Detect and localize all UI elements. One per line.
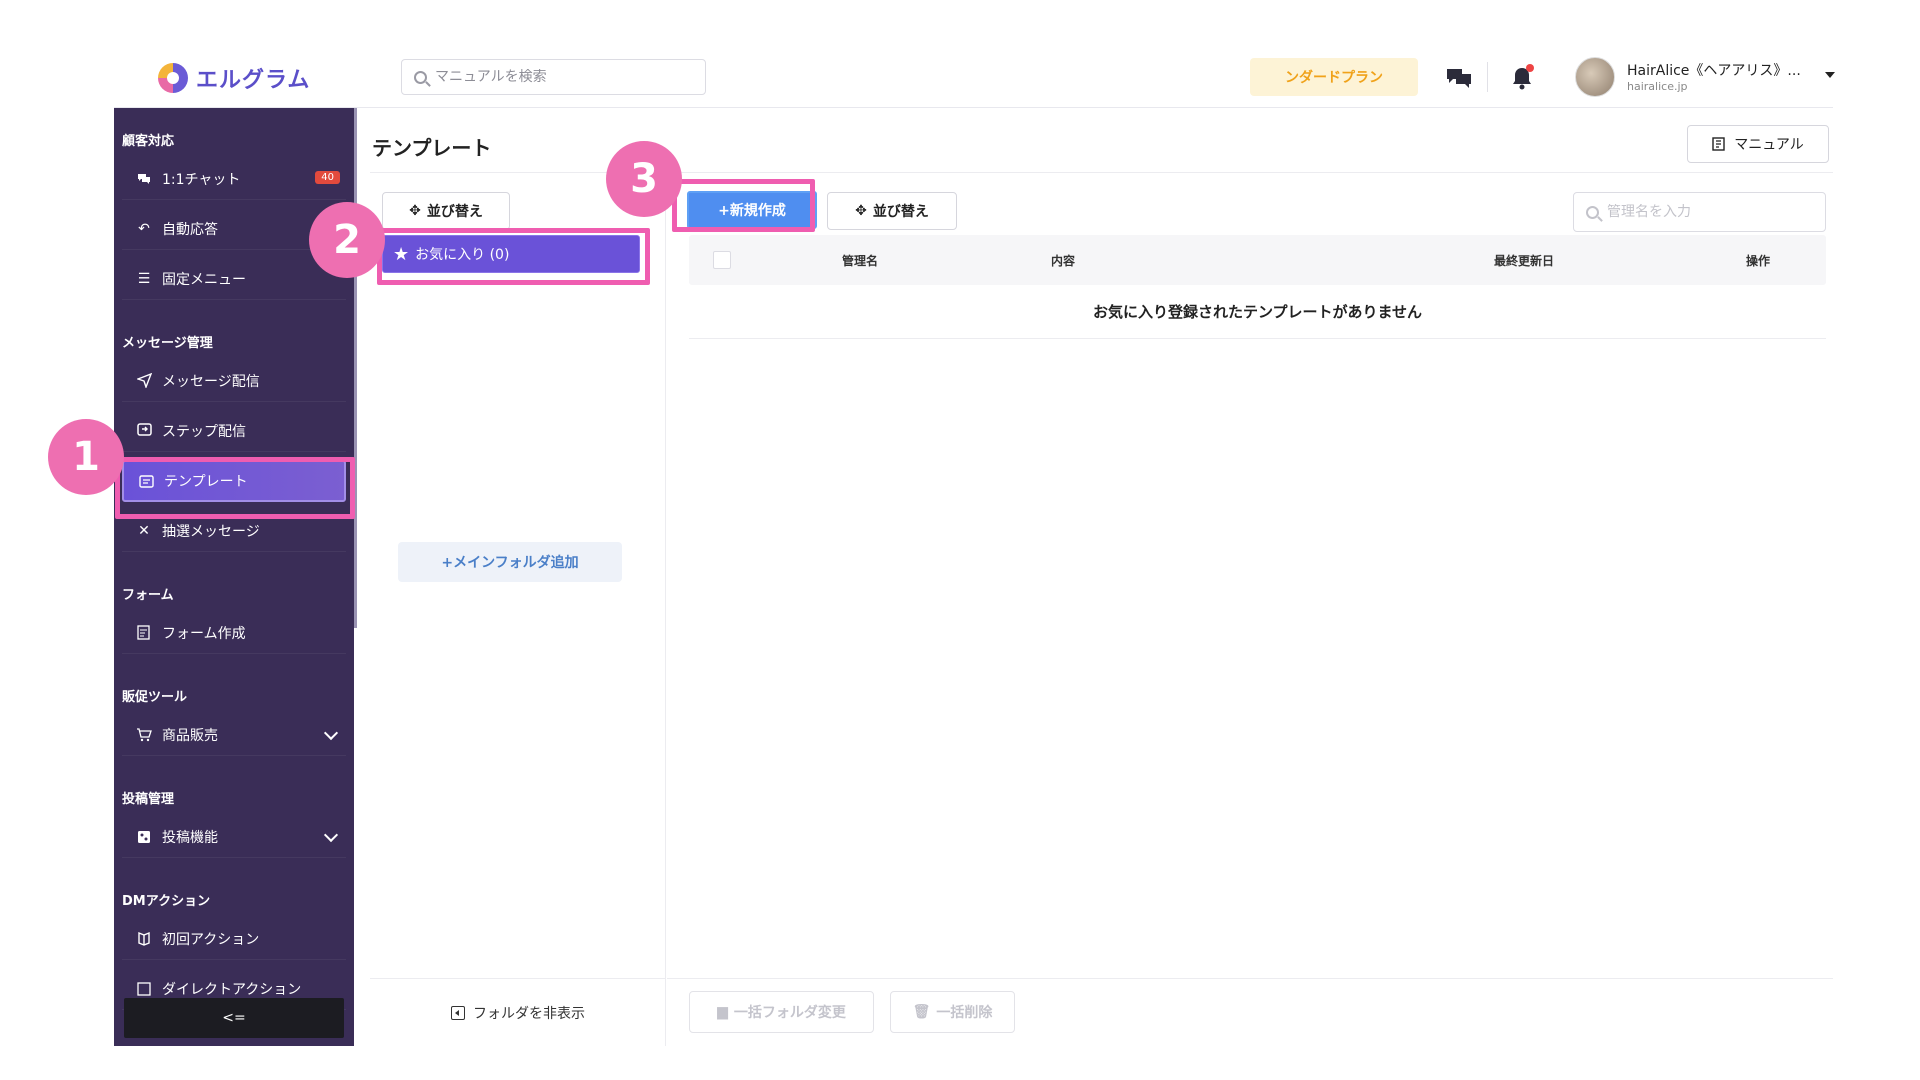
template-search-box[interactable] [1573, 192, 1826, 232]
sidebar-item-label: 投稿機能 [162, 829, 218, 846]
menu-icon: ☰ [137, 270, 151, 287]
folder-sort-button[interactable]: ✥ 並び替え [382, 192, 510, 230]
logo[interactable]: エルグラム [158, 62, 310, 94]
top-header: エルグラム ンダードプラン HairAlice《ヘアアリス》... hairal… [114, 50, 1835, 108]
bulk-folder-label: 一括フォルダ変更 [733, 1005, 846, 1021]
sidebar-item-step[interactable]: ステップ配信 [122, 410, 346, 452]
sidebar-section-promo: 販促ツール [122, 690, 188, 705]
manual-search-box[interactable] [401, 59, 706, 95]
form-icon [136, 625, 152, 641]
sidebar-scrollbar[interactable] [354, 108, 357, 628]
folder-icon: ▆ [717, 1004, 728, 1020]
notification-dot [1526, 64, 1534, 72]
sidebar-item-first-action[interactable]: 初回アクション [122, 918, 346, 960]
cart-icon [136, 727, 152, 743]
bell-icon[interactable] [1507, 64, 1537, 92]
highlight-favorite-folder [377, 228, 650, 285]
sidebar-item-label: 固定メニュー [162, 271, 246, 288]
sidebar-item-fixed-menu[interactable]: ☰ 固定メニュー [122, 258, 346, 300]
collapse-panel-icon [451, 1005, 465, 1020]
logo-icon [158, 63, 188, 93]
template-search-input[interactable] [1607, 204, 1807, 220]
hide-folder-button[interactable]: フォルダを非表示 [370, 978, 666, 1046]
select-all-checkbox[interactable] [713, 251, 731, 269]
send-icon [136, 373, 152, 389]
collapse-icon: <= [222, 1010, 246, 1026]
step-1-marker: 1 [48, 419, 124, 495]
chevron-down-icon[interactable] [323, 827, 339, 843]
app-window: エルグラム ンダードプラン HairAlice《ヘアアリス》... hairal… [114, 50, 1835, 1046]
table-header: 管理名 内容 最終更新日 操作 [689, 235, 1826, 285]
manual-label: マニュアル [1734, 137, 1804, 153]
sidebar-item-post-feature[interactable]: 投稿機能 [122, 816, 346, 858]
add-main-folder-button[interactable]: +メインフォルダ追加 [398, 542, 622, 582]
template-sort-label: 並び替え [872, 204, 929, 220]
search-icon [414, 70, 427, 84]
trash-icon: 🗑 [912, 1004, 931, 1020]
post-icon [136, 829, 152, 845]
chevron-down-icon[interactable] [1825, 72, 1835, 78]
book-icon [1712, 137, 1725, 151]
sidebar-section-dm: DMアクション [122, 894, 211, 909]
book-icon [136, 931, 152, 947]
step-2-marker: 2 [309, 202, 385, 278]
chat-icon [136, 171, 152, 187]
sidebar-section-message: メッセージ管理 [122, 336, 213, 351]
page-title: テンプレート [372, 136, 492, 160]
empty-message: お気に入り登録されたテンプレートがありません [689, 285, 1826, 339]
template-sort-button[interactable]: ✥ 並び替え [827, 192, 957, 230]
sidebar-item-label: 自動応答 [162, 221, 218, 238]
folder-panel: ✥ 並び替え ★ お気に入り (0) +メインフォルダ追加 フォルダを非表示 [370, 172, 666, 1046]
highlight-new-button [672, 179, 815, 232]
chevron-down-icon[interactable] [323, 725, 339, 741]
sidebar-item-label: ダイレクトアクション [162, 981, 302, 998]
avatar[interactable] [1575, 57, 1615, 97]
sidebar-item-product-sales[interactable]: 商品販売 [122, 714, 346, 756]
sidebar-section-form: フォーム [122, 588, 174, 603]
column-header-name[interactable]: 管理名 [842, 252, 878, 269]
sidebar-section-posts: 投稿管理 [122, 792, 175, 807]
column-header-actions: 操作 [1746, 254, 1771, 268]
sidebar-collapse-button[interactable]: <= [124, 998, 344, 1038]
sidebar-item-label: 初回アクション [162, 931, 260, 948]
reply-icon: ↶ [138, 220, 150, 237]
manual-button[interactable]: マニュアル [1687, 125, 1829, 163]
direct-icon [136, 981, 152, 997]
move-icon: ✥ [409, 203, 421, 219]
bulk-folder-change-button[interactable]: ▆ 一括フォルダ変更 [689, 991, 874, 1033]
sidebar-item-label: 1:1チャット [162, 171, 241, 188]
bulk-delete-label: 一括削除 [936, 1005, 993, 1021]
sidebar-item-label: 抽選メッセージ [162, 523, 260, 540]
hide-folder-label: フォルダを非表示 [473, 1005, 585, 1022]
search-icon [1586, 205, 1599, 219]
shuffle-icon: ✕ [138, 522, 150, 539]
plan-badge[interactable]: ンダードプラン [1250, 58, 1418, 96]
user-name[interactable]: HairAlice《ヘアアリス》... [1627, 60, 1801, 80]
sidebar-item-form-create[interactable]: フォーム作成 [122, 612, 346, 654]
step-icon [136, 423, 152, 439]
step-3-marker: 3 [606, 141, 682, 217]
sidebar-item-label: 商品販売 [162, 727, 218, 744]
sidebar-item-chat[interactable]: 1:1チャット 40 [122, 158, 346, 200]
manual-search-input[interactable] [435, 69, 685, 85]
sidebar-section-customer: 顧客対応 [122, 134, 175, 149]
chat-icon[interactable] [1444, 64, 1474, 92]
folder-sort-label: 並び替え [426, 204, 483, 220]
sidebar-item-broadcast[interactable]: メッセージ配信 [122, 360, 346, 402]
sidebar-item-label: ステップ配信 [162, 423, 246, 440]
bulk-delete-button[interactable]: 🗑 一括削除 [890, 991, 1015, 1033]
move-icon: ✥ [855, 203, 867, 219]
highlight-template-menu [115, 457, 355, 519]
bulk-action-bar: ▆ 一括フォルダ変更 🗑 一括削除 [667, 978, 1833, 1046]
user-domain: hairalice.jp [1627, 80, 1688, 93]
header-divider [1487, 62, 1488, 92]
unread-badge: 40 [315, 171, 340, 184]
sidebar-item-label: フォーム作成 [162, 625, 246, 642]
logo-text: エルグラム [196, 68, 311, 93]
sidebar-item-label: メッセージ配信 [162, 373, 260, 390]
column-header-content: 内容 [1051, 254, 1076, 268]
column-header-updated[interactable]: 最終更新日 [1494, 252, 1554, 269]
template-list-panel: +新規作成 ✥ 並び替え 管理名 内容 最終更新日 操作 お気に入り登録されたテ… [667, 172, 1833, 1046]
